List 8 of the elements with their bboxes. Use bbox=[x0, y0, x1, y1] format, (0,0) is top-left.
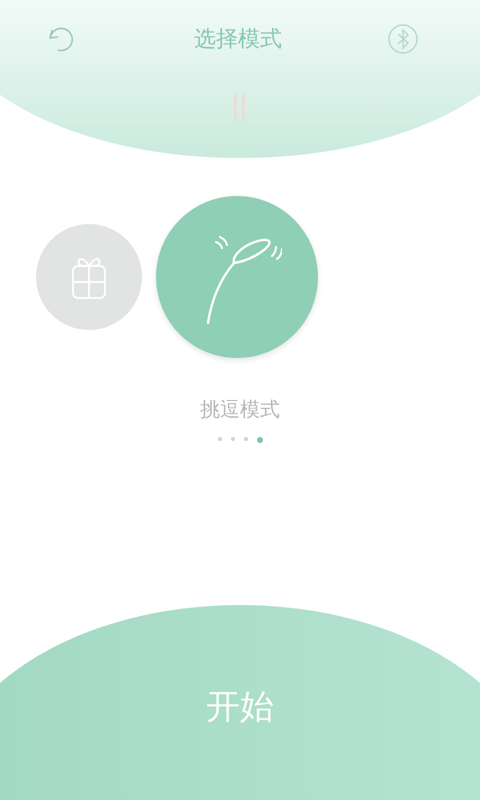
start-button[interactable]: 开始 bbox=[0, 605, 480, 800]
page-dot[interactable] bbox=[218, 437, 222, 441]
page-dot[interactable] bbox=[244, 437, 248, 441]
page-dot[interactable] bbox=[256, 437, 262, 443]
window-title: 选择模式 bbox=[194, 26, 282, 54]
mode-label: 挑逗模式 bbox=[200, 396, 280, 423]
bluetooth-icon[interactable] bbox=[386, 22, 420, 56]
page-dot[interactable] bbox=[230, 437, 234, 441]
